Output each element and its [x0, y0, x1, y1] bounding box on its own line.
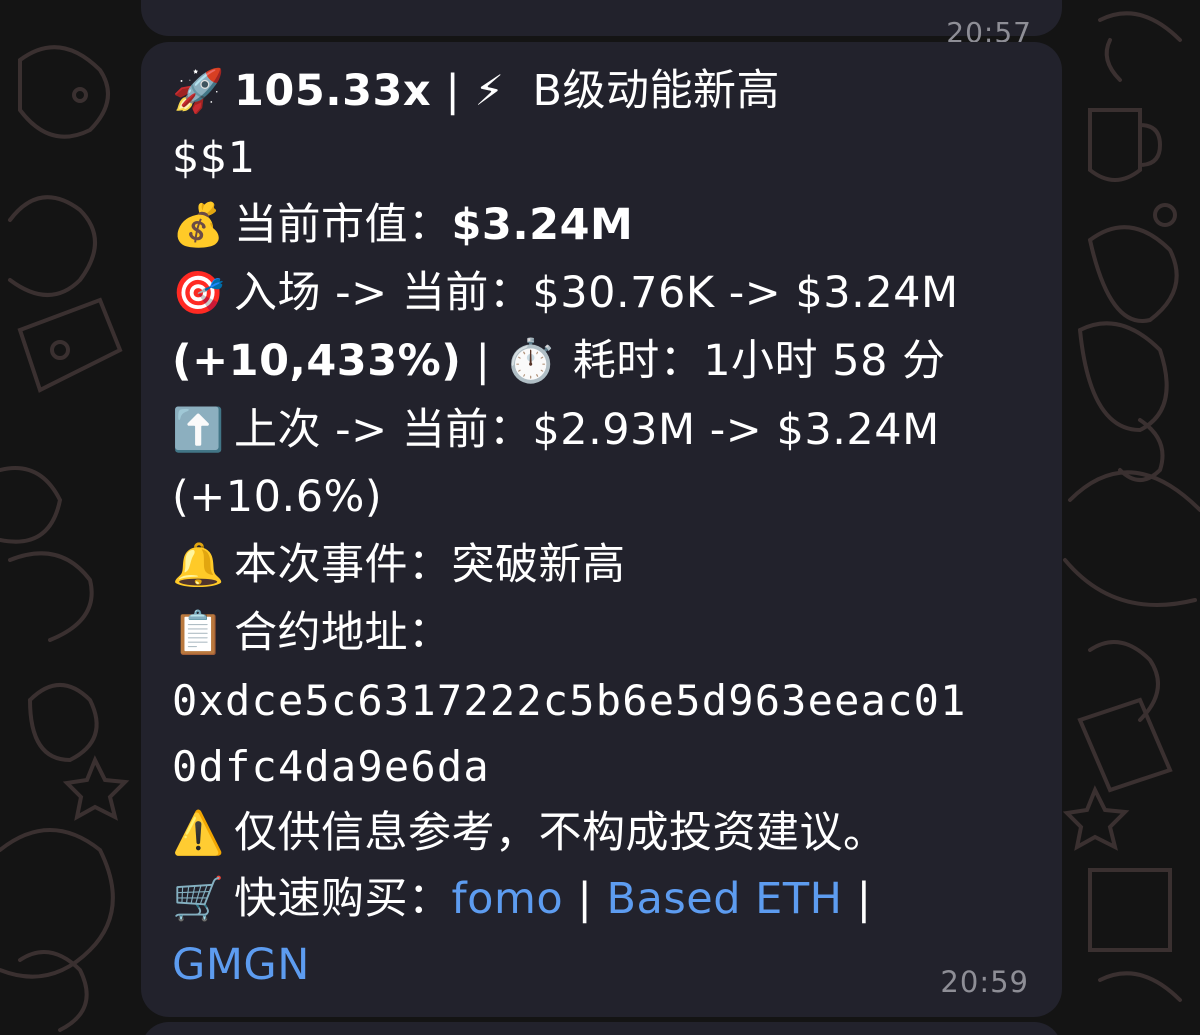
rocket-icon: 🚀: [172, 66, 225, 115]
contract-label-line: 📋 合约地址：: [172, 600, 452, 666]
last-current-line: ⬆️ 上次 -> 当前：$2.93M -> $3.24M: [172, 397, 940, 463]
event-line: 🔔 本次事件：突破新高: [172, 532, 626, 598]
ticker: $$1: [172, 133, 256, 183]
headline-line: 🚀 105.33x | ⚡ B级动能新高: [172, 58, 780, 124]
multiplier: 105.33x: [234, 66, 432, 116]
event-label: 本次事件：: [234, 540, 452, 590]
quick-buy-separator-2: |: [856, 874, 872, 924]
contract-address-line-2[interactable]: 0dfc4da9e6da: [172, 734, 490, 800]
clipboard-icon: 📋: [172, 608, 225, 657]
market-cap-label: 当前市值：: [234, 200, 452, 250]
entry-change-line: (+10,433%) | ⏱️ 耗时：1小时 58 分: [172, 328, 946, 394]
entry-current-value: $30.76K -> $3.24M: [532, 268, 959, 318]
message-bubble[interactable]: 🚀 105.33x | ⚡ B级动能新高 $$1 💰 当前市值：$3.24M 🎯 入场 …: [141, 42, 1062, 1017]
elapsed-value: 1小时 58 分: [703, 336, 946, 386]
entry-change: (+10,433%): [172, 336, 462, 386]
quick-buy-line: 🛒 快速购买：fomo | Based ETH |: [172, 866, 872, 932]
previous-message-bubble[interactable]: ● ● 20:57: [141, 0, 1062, 49]
bell-icon: 🔔: [172, 540, 225, 589]
market-cap-value: $3.24M: [451, 200, 634, 250]
headline-separator: |: [445, 66, 461, 116]
contract-address-part-1[interactable]: 0xdce5c6317222c5b6e5d963eeac01: [172, 676, 967, 725]
elapsed-label: 耗时：: [572, 336, 704, 386]
last-current-value: $2.93M -> $3.24M: [532, 405, 940, 455]
link-fomo[interactable]: fomo: [452, 874, 564, 924]
shopping-cart-icon: 🛒: [172, 874, 225, 923]
message-time: 20:59: [940, 965, 1029, 999]
entry-separator: |: [475, 336, 491, 386]
last-current-label: 上次 -> 当前：: [234, 405, 533, 455]
headline-level: B级动能新高: [532, 66, 781, 116]
disclaimer-text: 仅供信息参考，不构成投资建议。: [234, 808, 887, 858]
quick-buy-line-2: GMGN: [172, 932, 310, 998]
entry-current-label: 入场 -> 当前：: [234, 268, 533, 318]
contract-label: 合约地址：: [234, 608, 452, 658]
quick-buy-separator-1: |: [577, 874, 593, 924]
quick-buy-label: 快速购买：: [234, 874, 452, 924]
warning-icon: ⚠️: [172, 808, 225, 857]
disclaimer-line: ⚠️ 仅供信息参考，不构成投资建议。: [172, 800, 887, 866]
link-gmgn[interactable]: GMGN: [172, 940, 310, 990]
contract-address-line-1[interactable]: 0xdce5c6317222c5b6e5d963eeac01: [172, 668, 967, 734]
last-change: (+10.6%): [172, 472, 383, 522]
event-value: 突破新高: [451, 540, 626, 590]
link-based-eth[interactable]: Based ETH: [607, 874, 843, 924]
up-arrow-icon: ⬆️: [172, 405, 225, 454]
target-icon: 🎯: [172, 268, 225, 317]
contract-address-part-2[interactable]: 0dfc4da9e6da: [172, 742, 490, 791]
entry-current-line: 🎯 入场 -> 当前：$30.76K -> $3.24M: [172, 260, 959, 326]
money-bag-icon: 💰: [172, 200, 225, 249]
lightning-icon: ⚡: [474, 66, 505, 115]
next-message-bubble[interactable]: [141, 1022, 1062, 1035]
ticker-line: $$1: [172, 125, 256, 191]
market-cap-line: 💰 当前市值：$3.24M: [172, 192, 633, 258]
last-change-line: (+10.6%): [172, 464, 382, 530]
stopwatch-icon: ⏱️: [504, 336, 558, 385]
